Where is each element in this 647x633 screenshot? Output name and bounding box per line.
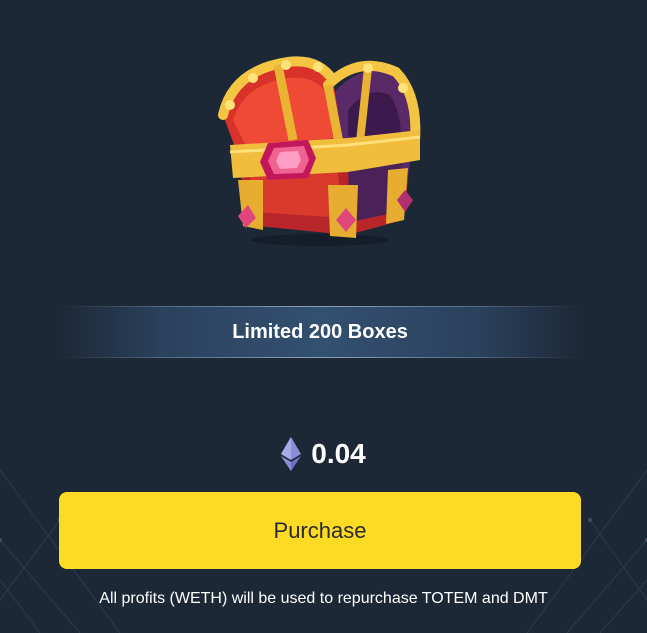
- ethereum-icon: [281, 437, 302, 471]
- purchase-button[interactable]: Purchase: [59, 492, 581, 569]
- box-title-banner: Limited 200 Boxes: [60, 306, 580, 358]
- profits-note: All profits (WETH) will be used to repur…: [99, 590, 548, 607]
- price-value: 0.04: [311, 438, 366, 469]
- price-row: 0.04: [0, 434, 647, 474]
- treasure-chest-image: [208, 40, 428, 250]
- box-title: Limited 200 Boxes: [232, 321, 408, 343]
- treasure-chest-icon: [218, 56, 421, 246]
